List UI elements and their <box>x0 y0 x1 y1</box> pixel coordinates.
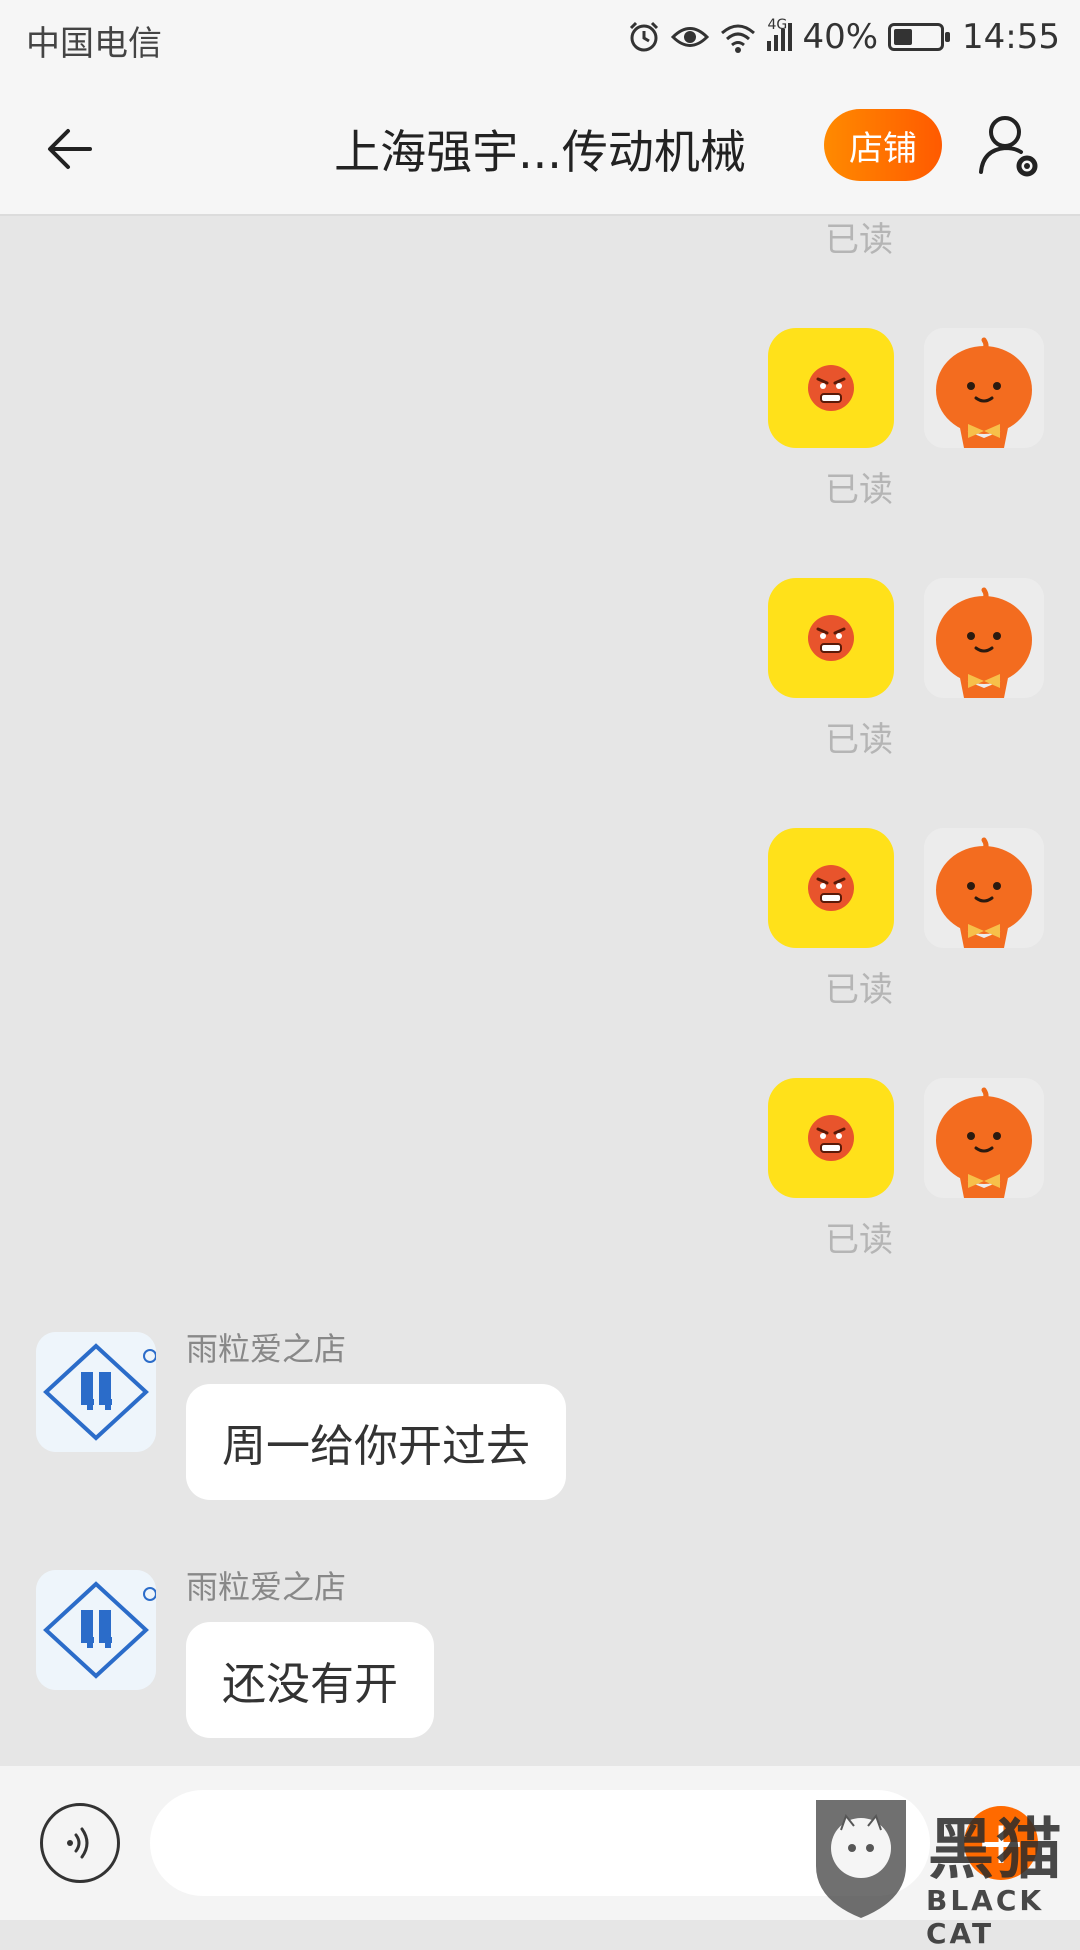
page-title: 上海强宇...传动机械 <box>334 125 746 179</box>
voice-input-button[interactable] <box>40 1803 120 1883</box>
chat-messages[interactable]: 已读 已读 已读 已读 已读 雨粒爱之店 周一给你开过去 雨粒爱之店 还没有开 <box>0 216 1080 1766</box>
status-bar: 中国电信 4G 40% 14:55 <box>0 0 1080 78</box>
cat-shield-logo <box>816 1800 906 1918</box>
read-status: 已读 <box>825 970 893 1010</box>
sender-name: 雨粒爱之店 <box>186 1330 347 1368</box>
chat-header: 上海强宇...传动机械 店铺 <box>0 78 1080 216</box>
orange-mascot-avatar <box>924 578 1044 698</box>
angry-face-sticker <box>808 615 854 661</box>
eye-icon <box>671 27 710 47</box>
back-button[interactable] <box>40 114 110 184</box>
avatar[interactable] <box>924 578 1044 698</box>
watermark-title: 黑猫 <box>928 1811 1064 1888</box>
sender-name: 雨粒爱之店 <box>186 1568 347 1606</box>
shop-logo-avatar <box>36 1332 156 1452</box>
shop-button[interactable]: 店铺 <box>824 109 942 181</box>
watermark-subtitle: BLACK CAT <box>926 1884 1045 1950</box>
status-icons: 4G 40% 14:55 <box>627 14 1060 60</box>
user-settings-icon <box>979 116 1038 177</box>
shop-logo-avatar <box>36 1570 156 1690</box>
clock: 14:55 <box>962 17 1060 57</box>
sticker-message[interactable] <box>768 578 894 698</box>
avatar[interactable] <box>924 328 1044 448</box>
read-status: 已读 <box>825 220 893 260</box>
angry-face-sticker <box>808 1115 854 1161</box>
battery-icon <box>888 23 951 51</box>
black-cat-watermark: 黑猫 BLACK CAT <box>806 1796 1080 1950</box>
voice-icon <box>67 1827 89 1859</box>
carrier-label: 中国电信 <box>26 24 162 64</box>
alarm-icon <box>630 21 659 52</box>
sticker-message[interactable] <box>768 828 894 948</box>
orange-mascot-avatar <box>924 828 1044 948</box>
angry-face-sticker <box>808 365 854 411</box>
sticker-message[interactable] <box>768 1078 894 1198</box>
read-status: 已读 <box>825 720 893 760</box>
wifi-icon <box>721 24 756 53</box>
read-status: 已读 <box>825 470 893 510</box>
avatar[interactable] <box>36 1570 156 1690</box>
signal-icon: 4G <box>767 17 793 51</box>
battery-percent: 40% <box>802 17 879 57</box>
network-type-label: 4G <box>767 17 788 33</box>
user-settings-button[interactable] <box>975 110 1045 182</box>
sticker-message[interactable] <box>768 328 894 448</box>
angry-face-sticker <box>808 865 854 911</box>
orange-mascot-avatar <box>924 328 1044 448</box>
avatar[interactable] <box>924 1078 1044 1198</box>
avatar[interactable] <box>924 828 1044 948</box>
message-bubble[interactable]: 还没有开 <box>186 1622 434 1738</box>
message-bubble[interactable]: 周一给你开过去 <box>186 1384 566 1500</box>
orange-mascot-avatar <box>924 1078 1044 1198</box>
avatar[interactable] <box>36 1332 156 1452</box>
back-arrow-icon <box>48 129 92 169</box>
read-status: 已读 <box>825 1220 893 1260</box>
